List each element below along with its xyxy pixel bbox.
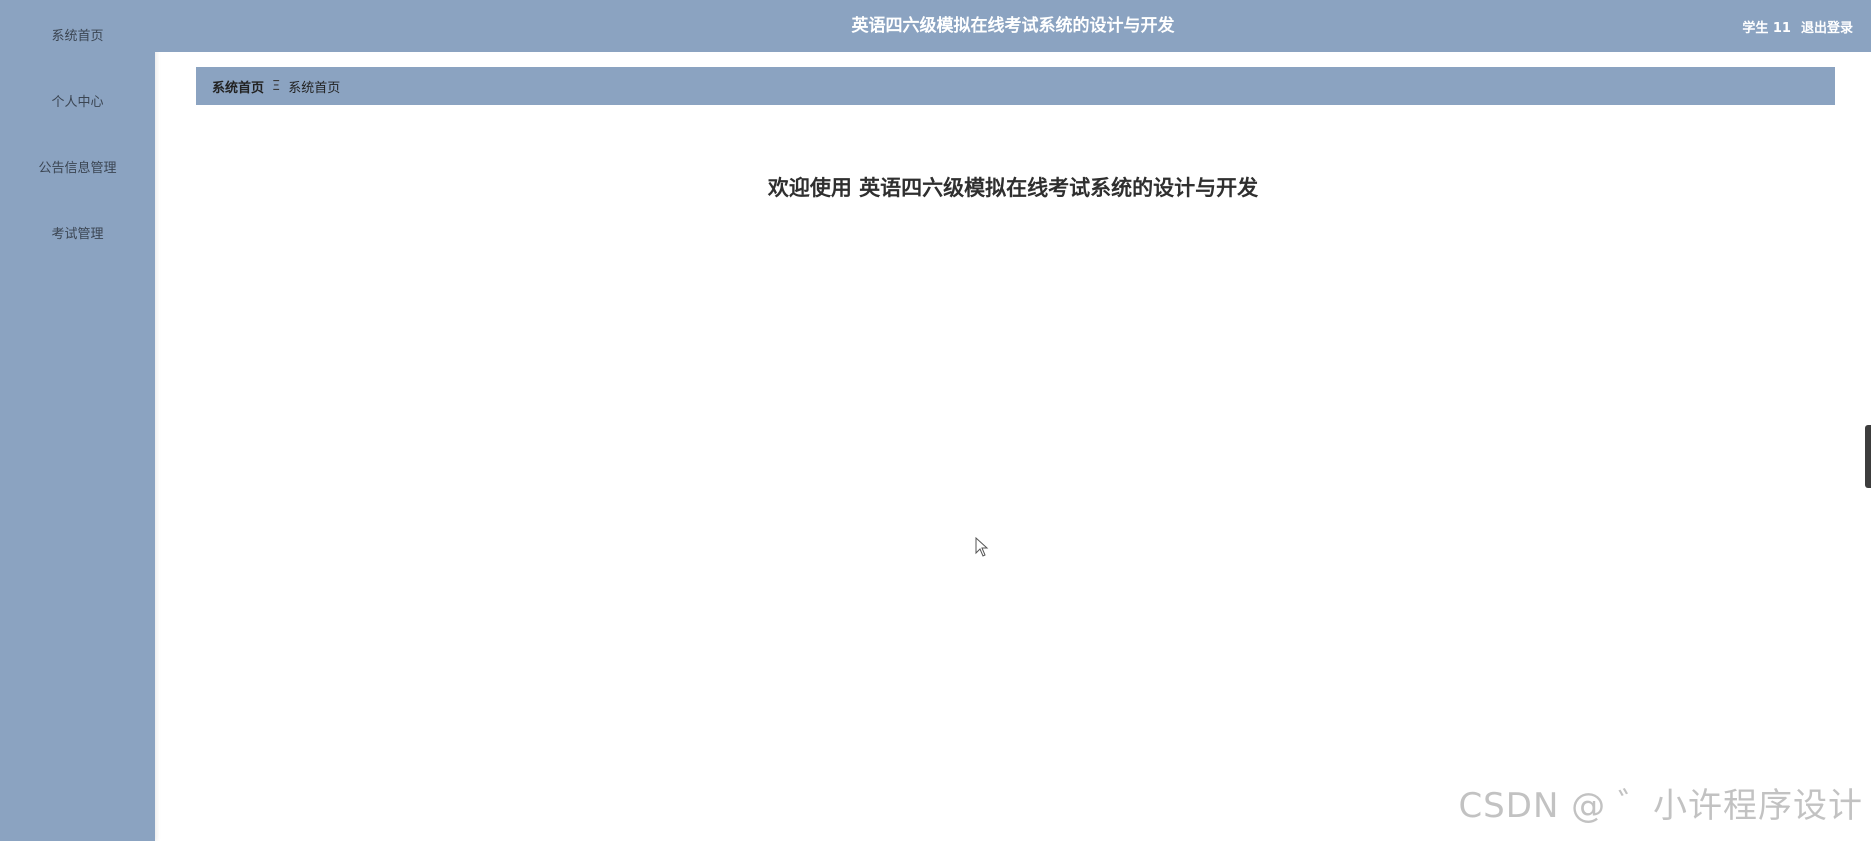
sidebar-item-label: 公告信息管理 — [38, 160, 117, 176]
breadcrumb-separator: Ξ — [272, 78, 281, 94]
system-title: 英语四六级模拟在线考试系统的设计与开发 — [851, 16, 1175, 36]
sidebar-item-exam-management[interactable]: 考试管理 — [0, 209, 155, 255]
sidebar-item-label: 考试管理 — [51, 226, 104, 242]
sidebar: 系统首页 个人中心 公告信息管理 考试管理 — [0, 0, 155, 841]
mouse-cursor-icon — [975, 537, 989, 557]
welcome-message: 欢迎使用 英语四六级模拟在线考试系统的设计与开发 — [767, 176, 1259, 200]
logout-button[interactable]: 退出登录 — [1801, 17, 1853, 36]
sidebar-item-label: 系统首页 — [51, 28, 104, 44]
sidebar-item-announcement-management[interactable]: 公告信息管理 — [0, 143, 155, 189]
watermark-text: CSDN @ ゛小许程序设计 — [1458, 786, 1863, 826]
top-header: 英语四六级模拟在线考试系统的设计与开发 学生 11 退出登录 — [155, 0, 1871, 52]
right-edge-handle[interactable] — [1865, 425, 1871, 488]
sidebar-item-home[interactable]: 系统首页 — [0, 11, 155, 57]
sidebar-item-label: 个人中心 — [51, 94, 104, 110]
app-root: 系统首页 个人中心 公告信息管理 考试管理 英语四六级模拟在线考试系统的设计与开… — [0, 0, 1871, 841]
breadcrumb: 系统首页 Ξ 系统首页 — [196, 67, 1835, 105]
breadcrumb-current: 系统首页 — [288, 80, 341, 96]
user-name: 学生 11 — [1742, 20, 1791, 36]
breadcrumb-home-link[interactable]: 系统首页 — [212, 77, 264, 96]
user-area: 学生 11 退出登录 — [1742, 0, 1853, 52]
sidebar-item-personal-center[interactable]: 个人中心 — [0, 77, 155, 123]
